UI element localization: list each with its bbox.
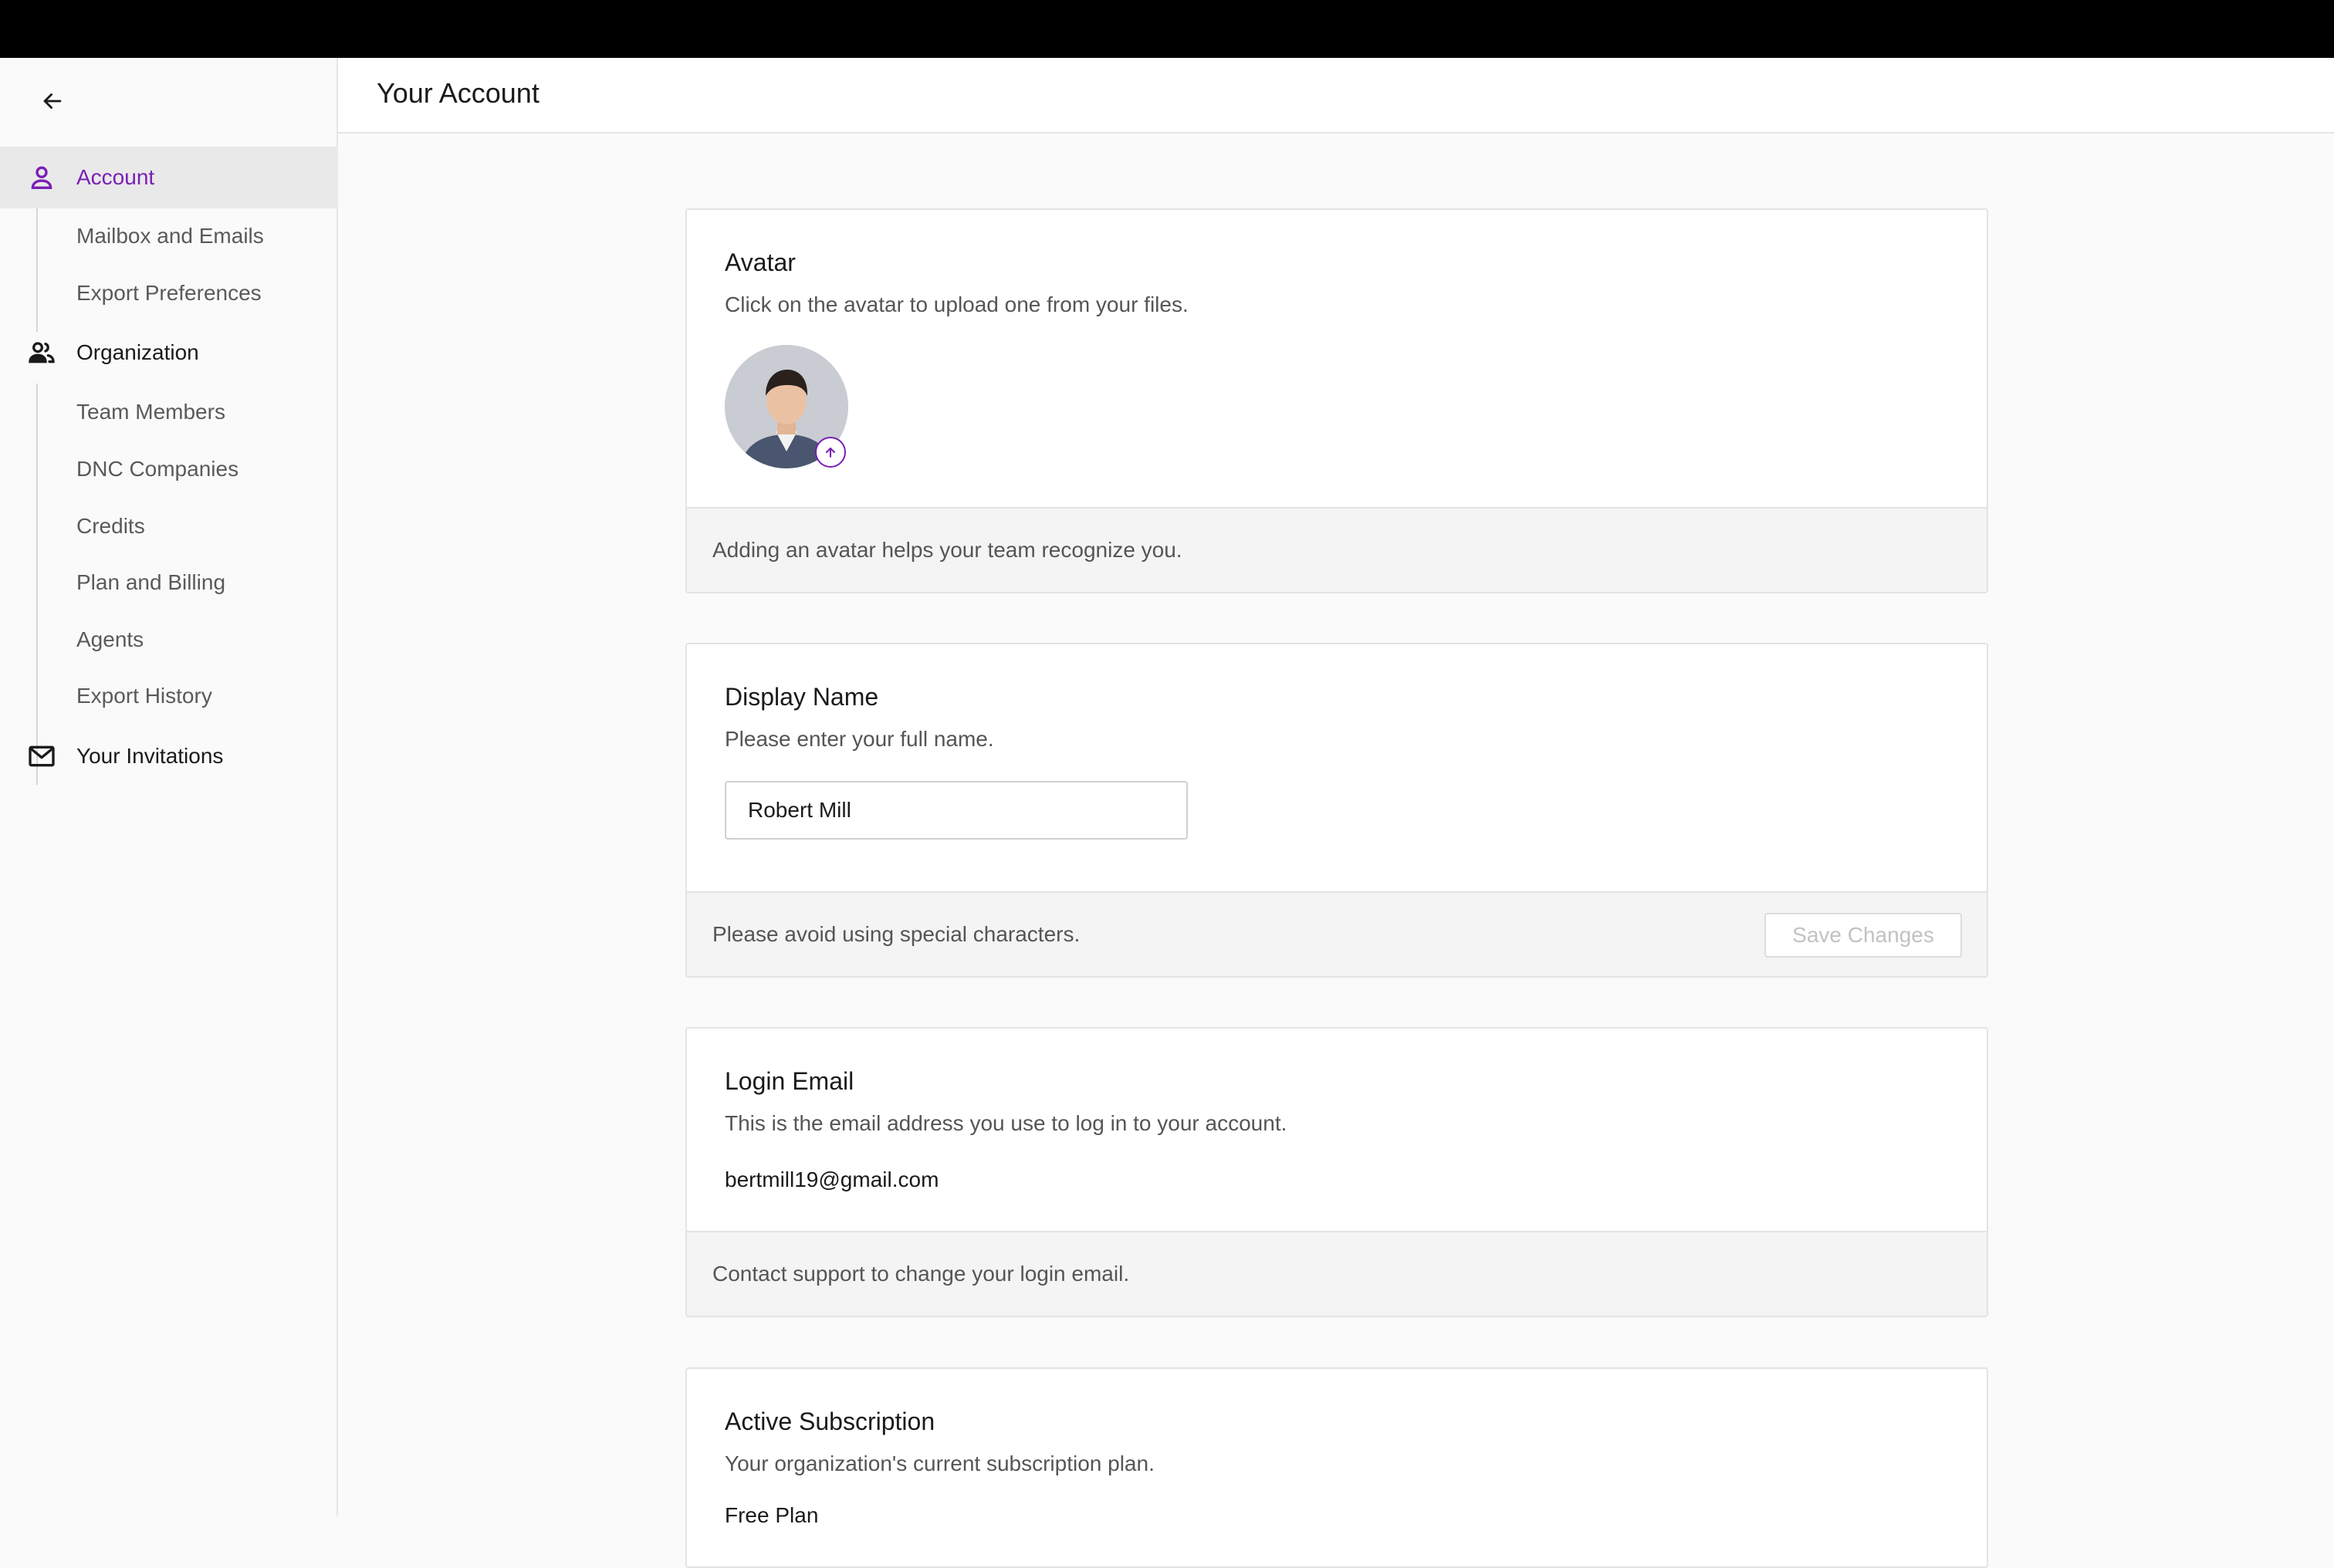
- sidebar-item-label: Export History: [76, 684, 212, 708]
- window-top-bar: [0, 0, 2334, 58]
- sidebar-item-your-invitations[interactable]: Your Invitations: [0, 725, 338, 787]
- login-email-value: bertmill19@gmail.com: [725, 1168, 939, 1191]
- save-changes-button[interactable]: Save Changes: [1764, 913, 1962, 958]
- sidebar-item-organization[interactable]: Organization: [0, 322, 338, 384]
- sidebar-item-label: Export Preferences: [76, 281, 262, 305]
- card-description: Please enter your full name.: [725, 727, 994, 751]
- card-description: Your organization's current subscription…: [725, 1451, 1155, 1475]
- sidebar-item-mailbox-and-emails[interactable]: Mailbox and Emails: [0, 209, 338, 263]
- card-title: Active Subscription: [725, 1407, 935, 1435]
- sidebar-item-export-history[interactable]: Export History: [0, 669, 338, 723]
- sidebar-item-label: Team Members: [76, 400, 225, 424]
- sidebar-item-plan-and-billing[interactable]: Plan and Billing: [0, 556, 338, 610]
- footer-text: Adding an avatar helps your team recogni…: [712, 538, 1182, 562]
- mail-icon: [29, 745, 55, 767]
- sidebar-item-label: Organization: [76, 340, 199, 364]
- arrow-up-icon: [825, 447, 836, 458]
- footer-text: Contact support to change your login ema…: [712, 1262, 1130, 1286]
- sidebar-item-agents[interactable]: Agents: [0, 613, 338, 667]
- arrow-left-icon: [43, 93, 62, 109]
- footer-text: Please avoid using special characters.: [712, 922, 1081, 946]
- sidebar-item-label: Credits: [76, 514, 145, 538]
- sidebar-item-label: Your Invitations: [76, 744, 224, 768]
- subscription-plan-value: Free Plan: [725, 1503, 819, 1527]
- card-title: Login Email: [725, 1067, 854, 1095]
- sidebar-item-export-preferences[interactable]: Export Preferences: [0, 266, 338, 320]
- card-description: This is the email address you use to log…: [725, 1111, 1287, 1135]
- sidebar-item-credits[interactable]: Credits: [0, 499, 338, 553]
- sidebar-item-label: Agents: [76, 627, 144, 651]
- card-title: Display Name: [725, 683, 879, 711]
- login-email-card: Login Email This is the email address yo…: [685, 1027, 1988, 1317]
- back-button[interactable]: [31, 79, 74, 123]
- avatar-card: Avatar Click on the avatar to upload one…: [685, 208, 1988, 593]
- card-title: Avatar: [725, 248, 796, 276]
- page-title: Your Account: [377, 77, 540, 109]
- person-icon: [31, 166, 52, 189]
- active-subscription-card: Active Subscription Your organization's …: [685, 1367, 1988, 1568]
- sidebar: Account Mailbox and Emails Export Prefer…: [0, 58, 338, 1516]
- card-footer: Adding an avatar helps your team recogni…: [687, 507, 1987, 592]
- display-name-card: Display Name Please enter your full name…: [685, 643, 1988, 978]
- card-description: Click on the avatar to upload one from y…: [725, 292, 1189, 316]
- sidebar-item-label: Account: [76, 165, 155, 189]
- page-header: Your Account: [338, 58, 2334, 133]
- card-footer: Contact support to change your login ema…: [687, 1231, 1987, 1316]
- sidebar-item-label: Mailbox and Emails: [76, 224, 264, 248]
- display-name-input[interactable]: [725, 781, 1188, 840]
- card-footer: Please avoid using special characters. S…: [687, 891, 1987, 976]
- sidebar-item-label: DNC Companies: [76, 457, 239, 481]
- upload-avatar-button[interactable]: [815, 437, 846, 468]
- sidebar-item-label: Plan and Billing: [76, 570, 226, 594]
- sidebar-item-dnc-companies[interactable]: DNC Companies: [0, 442, 338, 496]
- sidebar-item-team-members[interactable]: Team Members: [0, 385, 338, 439]
- people-icon: [29, 342, 55, 363]
- sidebar-item-account[interactable]: Account: [0, 147, 338, 208]
